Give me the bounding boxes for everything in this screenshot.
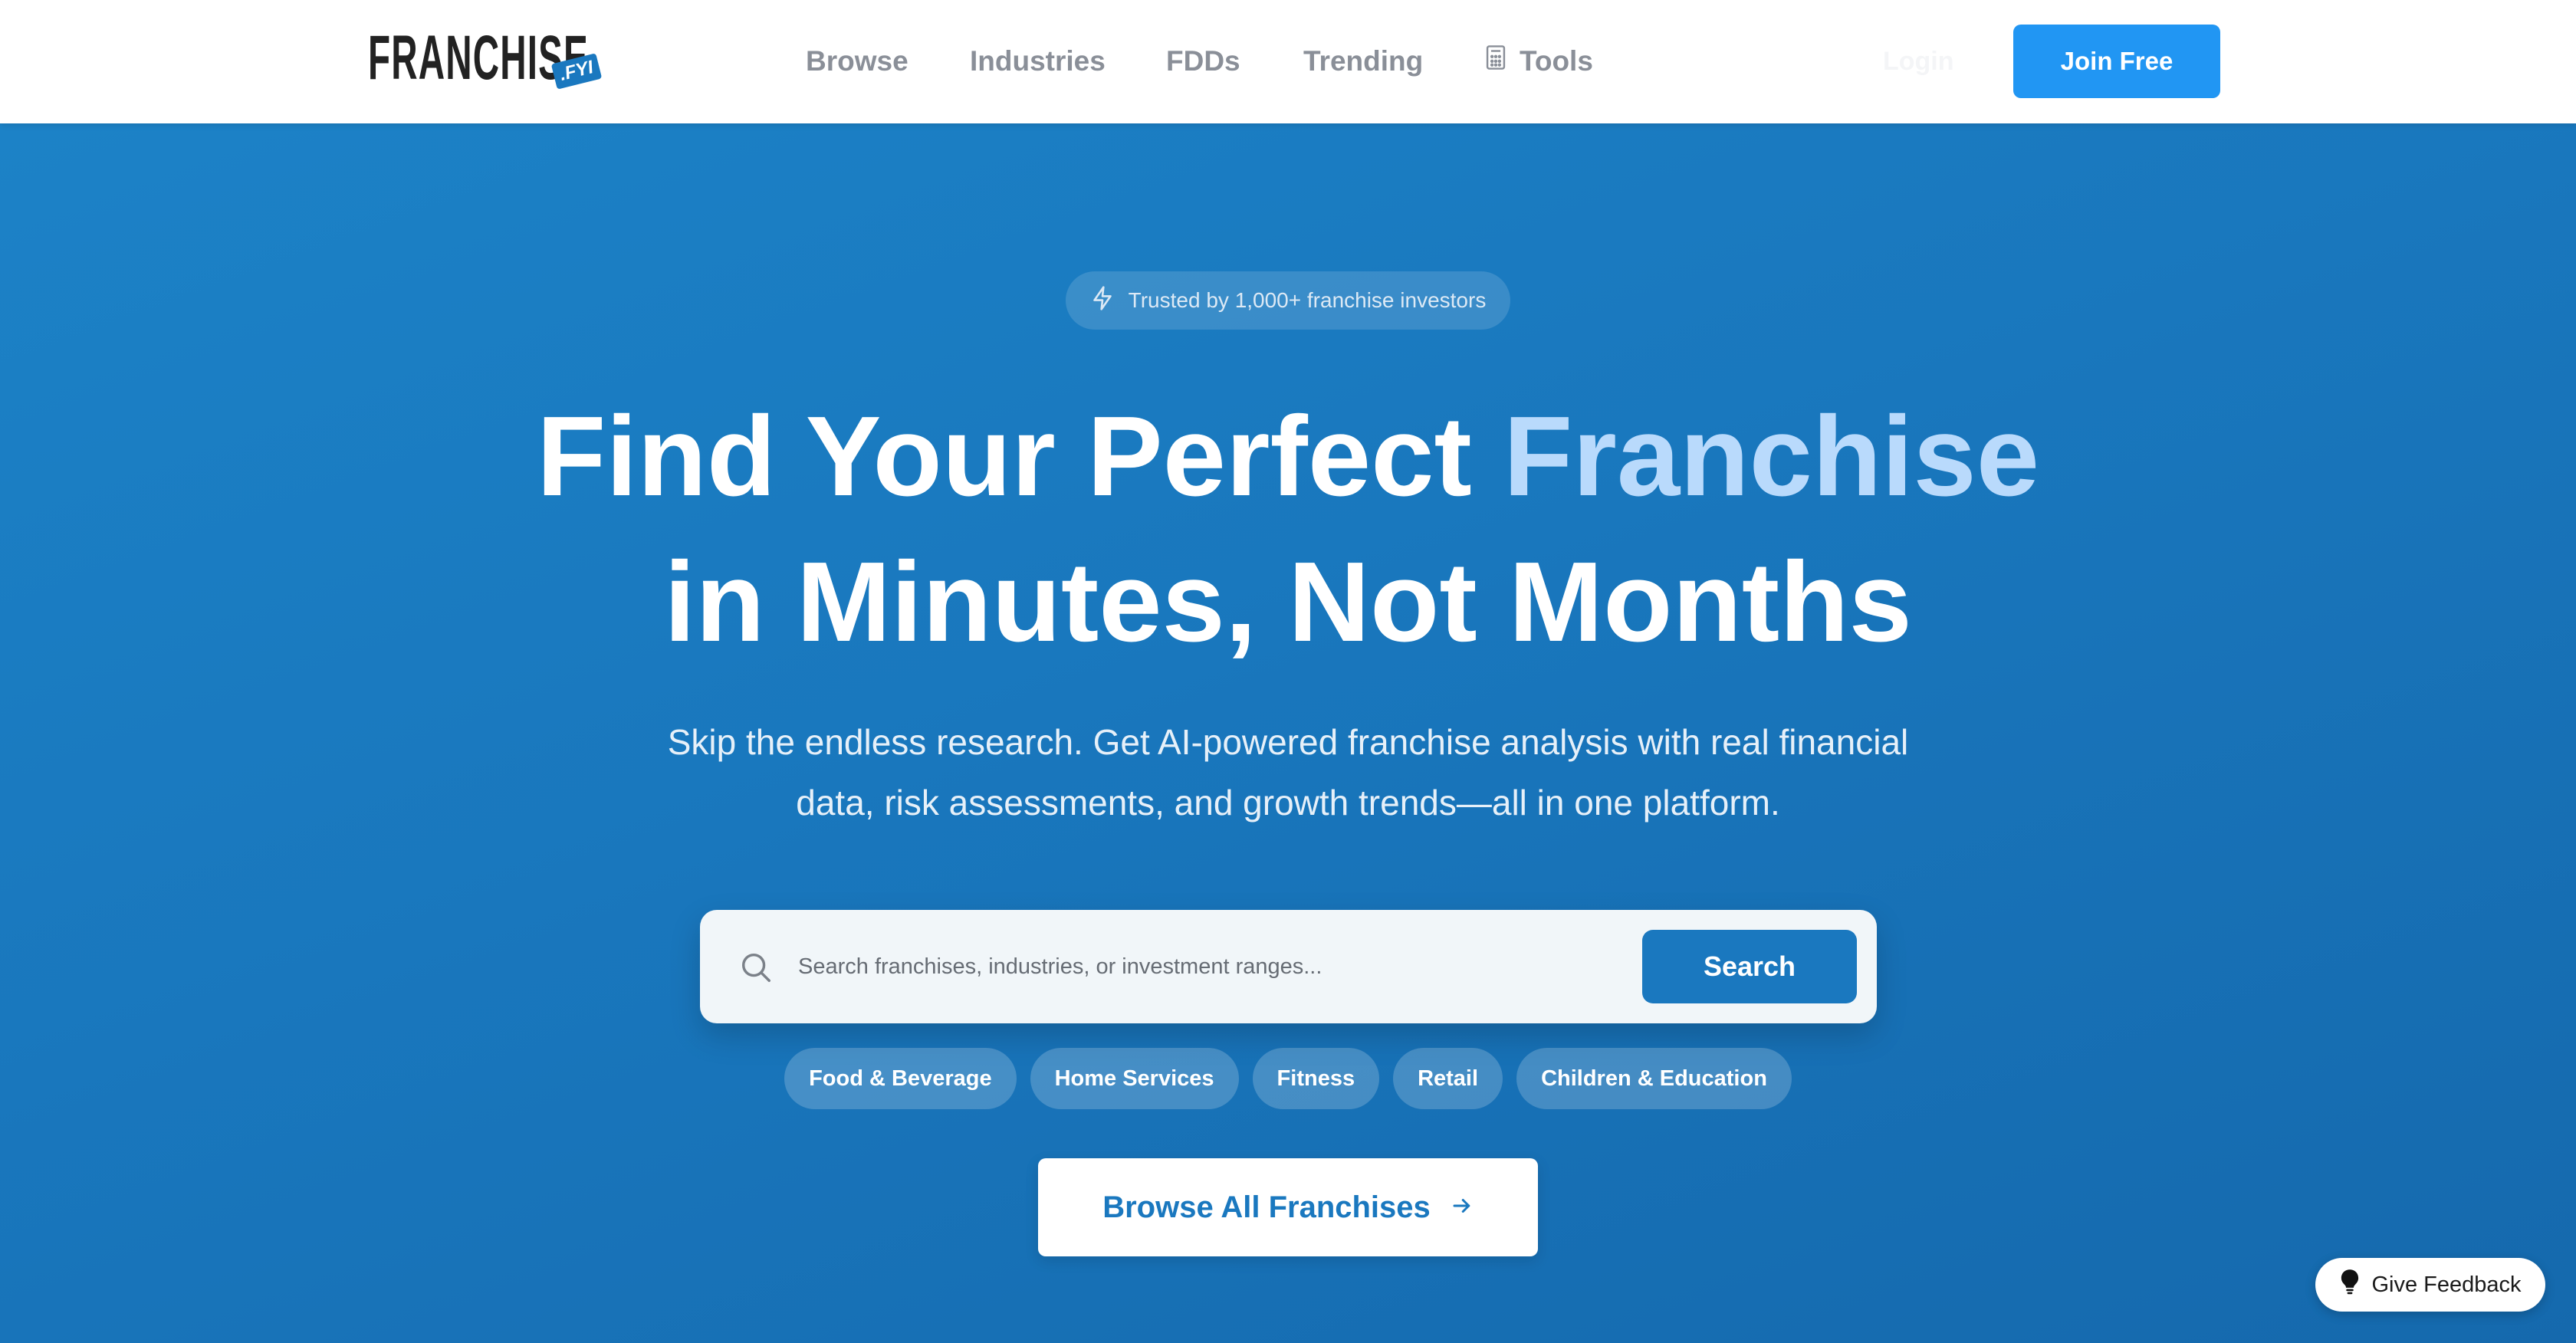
subheadline-line2: data, risk assessments, and growth trend…	[796, 783, 1780, 823]
arrow-right-icon	[1451, 1190, 1474, 1225]
category-chips: Food & Beverage Home Services Fitness Re…	[0, 1048, 2576, 1109]
subheadline-line1: Skip the endless research. Get AI-powere…	[667, 722, 1909, 762]
chip-food-beverage[interactable]: Food & Beverage	[784, 1048, 1017, 1109]
hero-headline: Find Your Perfect Franchise in Minutes, …	[0, 384, 2576, 675]
nav-tools[interactable]: Tools	[1484, 40, 1593, 83]
headline-accent: Franchise	[1503, 393, 2040, 520]
chip-home-services[interactable]: Home Services	[1030, 1048, 1239, 1109]
hero-section: Trusted by 1,000+ franchise investors Fi…	[0, 123, 2576, 1343]
nav-trending[interactable]: Trending	[1303, 40, 1423, 83]
chip-children-education[interactable]: Children & Education	[1516, 1048, 1792, 1109]
nav-fdds[interactable]: FDDs	[1166, 40, 1240, 83]
hero-subheadline: Skip the endless research. Get AI-powere…	[598, 712, 1978, 833]
search-box: Search	[700, 910, 1877, 1023]
calculator-icon	[1484, 40, 1507, 83]
headline-part1: Find Your Perfect	[536, 393, 1503, 520]
nav-industries[interactable]: Industries	[970, 40, 1106, 83]
chip-fitness[interactable]: Fitness	[1252, 1048, 1380, 1109]
headline-line2: in Minutes, Not Months	[664, 539, 1912, 665]
search-button[interactable]: Search	[1642, 930, 1857, 1003]
give-feedback-button[interactable]: Give Feedback	[2315, 1258, 2545, 1312]
nav-browse[interactable]: Browse	[806, 40, 909, 83]
search-icon	[738, 950, 774, 985]
join-free-button[interactable]: Join Free	[2013, 25, 2220, 98]
trust-badge-text: Trusted by 1,000+ franchise investors	[1128, 288, 1487, 312]
give-feedback-label: Give Feedback	[2371, 1272, 2522, 1297]
trust-badge: Trusted by 1,000+ franchise investors	[1066, 271, 1510, 330]
login-link[interactable]: Login	[1883, 40, 1954, 83]
site-header: FRANCHISE .FYI Browse Industries FDDs Tr…	[0, 0, 2576, 123]
search-input[interactable]	[798, 936, 1534, 997]
lightning-icon	[1090, 285, 1115, 317]
browse-all-button[interactable]: Browse All Franchises	[1038, 1158, 1538, 1256]
lightbulb-icon	[2339, 1269, 2361, 1301]
nav-tools-label: Tools	[1520, 45, 1593, 77]
site-logo[interactable]: FRANCHISE .FYI	[368, 26, 603, 95]
chip-retail[interactable]: Retail	[1393, 1048, 1503, 1109]
browse-all-label: Browse All Franchises	[1102, 1190, 1431, 1224]
